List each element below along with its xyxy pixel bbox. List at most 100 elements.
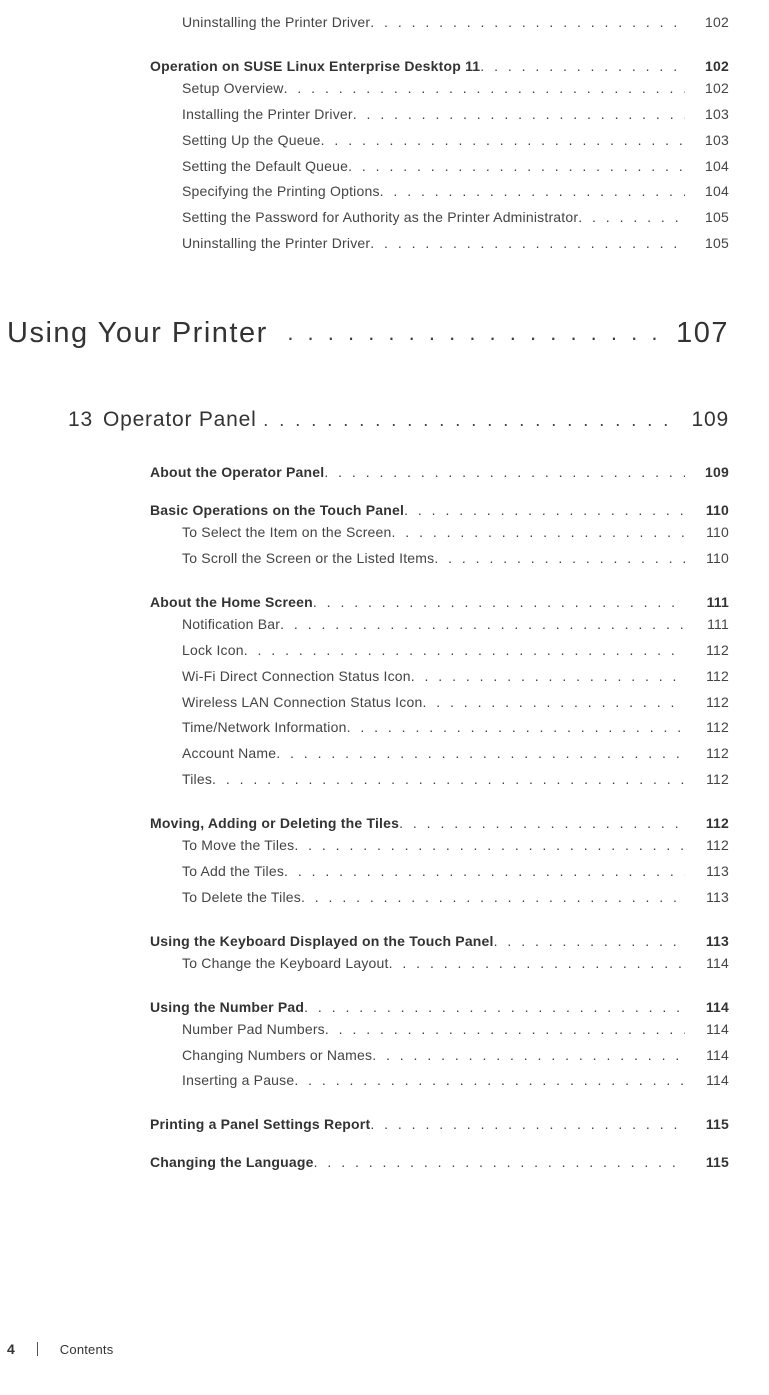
toc-label: Wi-Fi Direct Connection Status Icon <box>182 664 411 690</box>
toc-page-number: 105 <box>691 205 729 231</box>
toc-subsection: Time/Network Information112 <box>182 715 729 741</box>
toc-section: Operation on SUSE Linux Enterprise Deskt… <box>150 58 729 74</box>
toc-label: Tiles <box>182 767 212 793</box>
toc-label: Uninstalling the Printer Driver <box>182 231 370 257</box>
toc-label: Account Name <box>182 741 276 767</box>
toc-leader-dots <box>304 999 685 1015</box>
toc-subsection: Wi-Fi Direct Connection Status Icon 112 <box>182 664 729 690</box>
toc-page-number: 103 <box>691 128 729 154</box>
toc-page-number: 102 <box>691 76 729 102</box>
toc-label: To Delete the Tiles <box>182 885 301 911</box>
toc-leader-dots <box>324 464 685 480</box>
toc-label: Moving, Adding or Deleting the Tiles <box>150 815 399 831</box>
toc-subsection: To Move the Tiles112 <box>182 833 729 859</box>
toc-subsection: Account Name 112 <box>182 741 729 767</box>
toc-label: Setting the Default Queue <box>182 154 348 180</box>
toc-page-number: 114 <box>691 1017 729 1043</box>
toc-subsection: Setting the Password for Authority as th… <box>182 205 729 231</box>
toc-subsection: To Select the Item on the Screen 110 <box>182 520 729 546</box>
toc-page-number: 102 <box>691 58 729 74</box>
toc-section: Basic Operations on the Touch Panel110 <box>150 502 729 518</box>
toc-page-number: 113 <box>691 885 729 911</box>
toc-subsection: Tiles112 <box>182 767 729 793</box>
toc-leader-dots <box>353 102 685 128</box>
toc-subsection: To Change the Keyboard Layout 114 <box>182 951 729 977</box>
toc-page-number: 115 <box>691 1154 729 1170</box>
toc-page-number: 110 <box>691 520 729 546</box>
toc-subsection: Changing Numbers or Names114 <box>182 1043 729 1069</box>
toc-page-number: 114 <box>691 999 729 1015</box>
toc-leader-dots <box>263 410 673 431</box>
toc-label: Wireless LAN Connection Status Icon <box>182 690 422 716</box>
toc-leader-dots <box>348 154 685 180</box>
toc-label: Number Pad Numbers <box>182 1017 325 1043</box>
toc-subsection: To Delete the Tiles 113 <box>182 885 729 911</box>
toc-label: Using Your Printer <box>7 317 268 350</box>
toc-subsection: To Scroll the Screen or the Listed Items… <box>182 546 729 572</box>
toc-label: Using the Keyboard Displayed on the Touc… <box>150 933 494 949</box>
toc-page-number: 112 <box>691 715 729 741</box>
toc-subsection: Uninstalling the Printer Driver 105 <box>182 231 729 257</box>
footer-label: Contents <box>60 1342 114 1357</box>
toc-page-number: 110 <box>691 502 729 518</box>
toc-label: Specifying the Printing Options <box>182 179 380 205</box>
toc-label: To Scroll the Screen or the Listed Items <box>182 546 434 572</box>
toc-leader-dots <box>370 1116 685 1132</box>
toc-label: About the Operator Panel <box>150 464 324 480</box>
toc-label: About the Home Screen <box>150 594 313 610</box>
toc-leader-dots <box>370 231 685 257</box>
toc-leader-dots <box>313 594 685 610</box>
toc-label: Inserting a Pause <box>182 1068 294 1094</box>
toc-page-number: 102 <box>691 10 729 36</box>
toc-page-number: 107 <box>676 317 729 350</box>
toc-page-number: 110 <box>691 546 729 572</box>
toc-chapter-number: 13 <box>68 408 93 432</box>
toc-subsection: Inserting a Pause 114 <box>182 1068 729 1094</box>
toc-page-number: 111 <box>691 612 729 638</box>
toc-page-number: 105 <box>691 231 729 257</box>
toc-subsection: Installing the Printer Driver103 <box>182 102 729 128</box>
toc-leader-dots <box>301 885 685 911</box>
toc-section: About the Home Screen 111 <box>150 594 729 610</box>
toc-page-number: 113 <box>691 859 729 885</box>
toc-page-number: 114 <box>691 1068 729 1094</box>
toc-leader-dots <box>404 502 685 518</box>
toc-page-number: 112 <box>691 664 729 690</box>
footer-separator <box>37 1342 38 1356</box>
toc-page-number: 109 <box>691 464 729 480</box>
toc-subsection: Setting Up the Queue103 <box>182 128 729 154</box>
toc-label: To Select the Item on the Screen <box>182 520 392 546</box>
toc-leader-dots <box>422 690 685 716</box>
toc-label: Setting the Password for Authority as th… <box>182 205 578 231</box>
toc-section: Using the Keyboard Displayed on the Touc… <box>150 933 729 949</box>
toc-label: Lock Icon <box>182 638 244 664</box>
toc-label: Setup Overview <box>182 76 284 102</box>
toc-label: To Change the Keyboard Layout <box>182 951 389 977</box>
toc-leader-dots <box>372 1043 685 1069</box>
toc-leader-dots <box>280 612 685 638</box>
toc-page-number: 104 <box>691 154 729 180</box>
toc-label: Uninstalling the Printer Driver <box>182 10 370 36</box>
toc-leader-dots <box>284 76 685 102</box>
toc-leader-dots <box>411 664 685 690</box>
toc-label: To Add the Tiles <box>182 859 284 885</box>
toc-page-number: 112 <box>691 638 729 664</box>
toc-label: Operation on SUSE Linux Enterprise Deskt… <box>150 58 480 74</box>
toc-section: Using the Number Pad 114 <box>150 999 729 1015</box>
toc-leader-dots <box>399 815 685 831</box>
toc-leader-dots <box>325 1017 685 1043</box>
toc-label: Printing a Panel Settings Report <box>150 1116 370 1132</box>
toc-label: Using the Number Pad <box>150 999 304 1015</box>
toc-chapter-title: 13 Operator Panel 109 <box>68 408 729 432</box>
toc-page-number: 109 <box>692 408 729 432</box>
toc-leader-dots <box>212 767 685 793</box>
toc-subsection: Notification Bar111 <box>182 612 729 638</box>
toc-page-number: 112 <box>691 741 729 767</box>
toc-section: Moving, Adding or Deleting the Tiles112 <box>150 815 729 831</box>
page-footer: 4 Contents <box>7 1341 113 1357</box>
toc-leader-dots <box>294 1068 685 1094</box>
toc-subsection: Setup Overview 102 <box>182 76 729 102</box>
toc-page-number: 111 <box>691 594 729 610</box>
toc-page-number: 114 <box>691 951 729 977</box>
toc-subsection: Lock Icon 112 <box>182 638 729 664</box>
